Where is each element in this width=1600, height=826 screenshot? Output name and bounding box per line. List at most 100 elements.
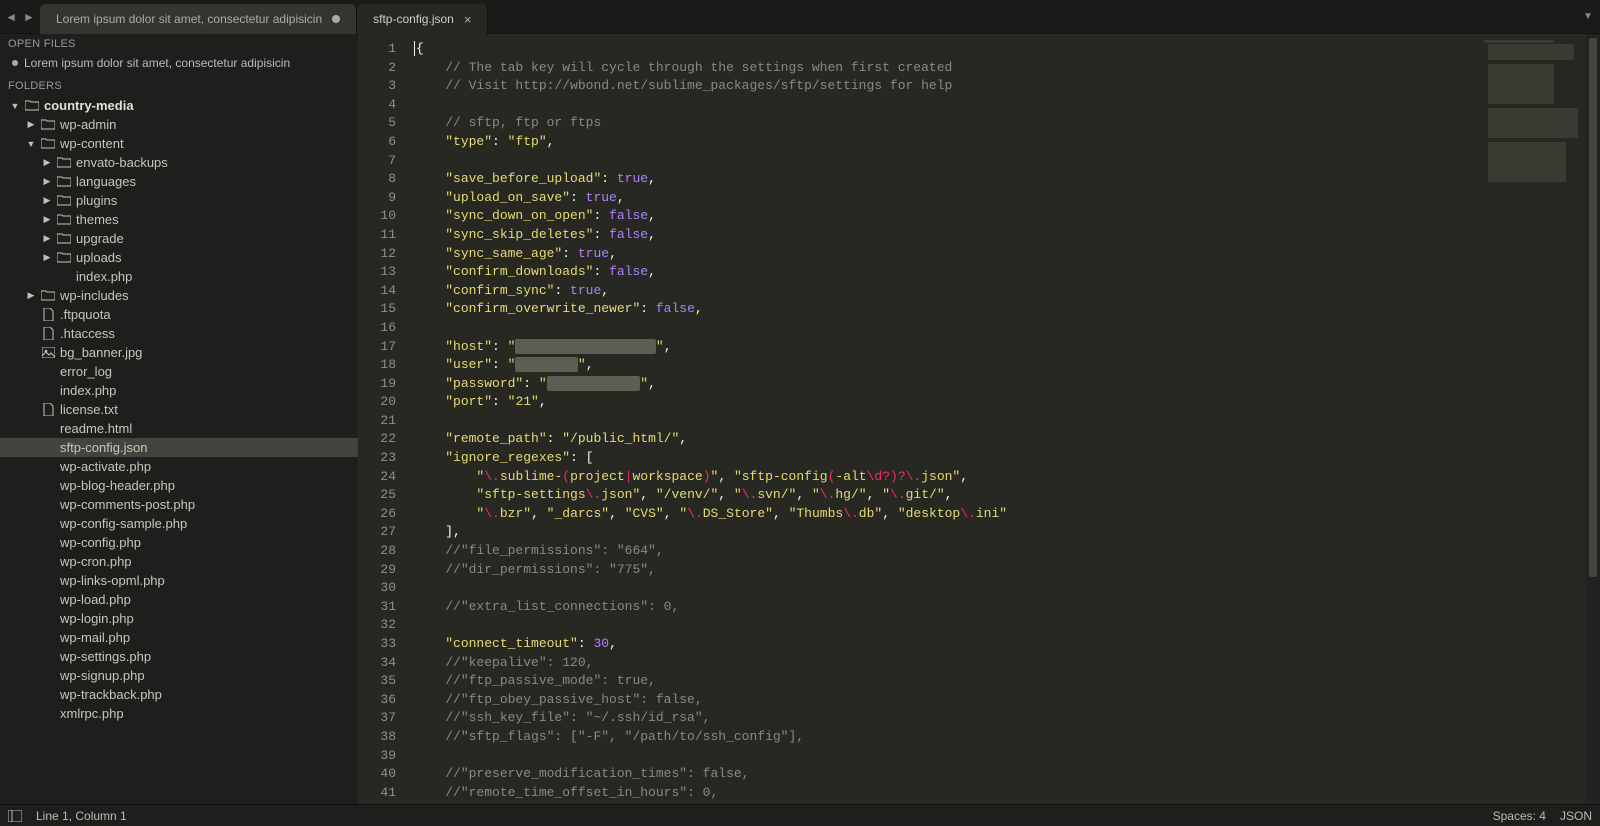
code-line: //"sftp_flags": ["-F", "/path/to/ssh_con…	[414, 728, 1476, 747]
disclosure-icon[interactable]: ▶	[42, 252, 52, 263]
tree-label: .htaccess	[60, 326, 115, 341]
tree-folder[interactable]: ▶wp-admin	[0, 115, 358, 134]
tree-folder[interactable]: ▶ plugins	[0, 191, 358, 210]
tree-label: country-media	[44, 98, 134, 113]
disclosure-icon[interactable]: ▶	[42, 233, 52, 244]
indent-setting[interactable]: Spaces: 4	[1493, 809, 1546, 823]
folders-heading: FOLDERS	[0, 76, 358, 96]
blank-icon	[41, 385, 55, 397]
tree-folder[interactable]: ▼ country-media	[0, 96, 358, 115]
code-line: //"ssh_key_file": "~/.ssh/id_rsa",	[414, 709, 1476, 728]
editor[interactable]: 1234567891011121314151617181920212223242…	[358, 34, 1600, 804]
dirty-dot-icon	[12, 60, 18, 66]
disclosure-icon[interactable]: ▶	[26, 119, 36, 130]
blank-icon	[41, 594, 55, 606]
tree-folder[interactable]: ▶uploads	[0, 248, 358, 267]
open-file-item[interactable]: Lorem ipsum dolor sit amet, consectetur …	[0, 54, 358, 76]
tree-folder[interactable]: ▶upgrade	[0, 229, 358, 248]
tree-file[interactable]: wp-cron.php	[0, 552, 358, 571]
code-line: "confirm_downloads": false,	[414, 263, 1476, 282]
tree-file[interactable]: wp-trackback.php	[0, 685, 358, 704]
tree-label: index.php	[76, 269, 132, 284]
code-line: "sync_same_age": true,	[414, 245, 1476, 264]
tree-file[interactable]: license.txt	[0, 400, 358, 419]
blank-icon	[41, 442, 55, 454]
tree-file[interactable]: .htaccess	[0, 324, 358, 343]
tree-label: wp-links-opml.php	[60, 573, 165, 588]
code-line: "password": "xxxxxxxxxxxx",	[414, 375, 1476, 394]
tree-file[interactable]: wp-load.php	[0, 590, 358, 609]
tree-folder[interactable]: ▶wp-includes	[0, 286, 358, 305]
blank-icon	[41, 575, 55, 587]
tree-folder[interactable]: ▼wp-content	[0, 134, 358, 153]
tree-file[interactable]: xmlrpc.php	[0, 704, 358, 723]
tree-label: plugins	[76, 193, 117, 208]
disclosure-icon[interactable]: ▼	[10, 101, 20, 111]
folder-icon	[41, 119, 55, 131]
line-gutter: 1234567891011121314151617181920212223242…	[358, 34, 406, 804]
image-icon	[41, 347, 55, 359]
folder-icon	[57, 157, 71, 169]
code-line: "confirm_sync": true,	[414, 282, 1476, 301]
tree-file[interactable]: wp-links-opml.php	[0, 571, 358, 590]
tree-file[interactable]: wp-mail.php	[0, 628, 358, 647]
code-line: "remote_path": "/public_html/",	[414, 430, 1476, 449]
tree-folder[interactable]: ▶languages	[0, 172, 358, 191]
tree-label: wp-signup.php	[60, 668, 145, 683]
tree-file[interactable]: error_log	[0, 362, 358, 381]
folder-tree[interactable]: ▼ country-media ▶wp-admin▼wp-content▶envat…	[0, 96, 358, 804]
tree-file[interactable]: .ftpquota	[0, 305, 358, 324]
tree-folder[interactable]: ▶envato-backups	[0, 153, 358, 172]
code-line: "host": "xxxxxxxxxxxxxxxxxx",	[414, 338, 1476, 357]
nav-forward-icon[interactable]: ►	[23, 10, 35, 24]
blank-icon	[41, 423, 55, 435]
tree-file[interactable]: sftp-config.json	[0, 438, 358, 457]
code-line: //"file_permissions": "664",	[414, 542, 1476, 561]
tab-overflow-icon[interactable]: ▼	[1576, 0, 1600, 33]
tree-label: wp-activate.php	[60, 459, 151, 474]
tab-0[interactable]: Lorem ipsum dolor sit amet, consectetur …	[40, 4, 357, 34]
code-line: "user": "xxxxxxxx",	[414, 356, 1476, 375]
tree-file[interactable]: wp-settings.php	[0, 647, 358, 666]
code-area[interactable]: { // The tab key will cycle through the …	[406, 34, 1476, 804]
tree-label: license.txt	[60, 402, 118, 417]
tree-folder[interactable]: ▶themes	[0, 210, 358, 229]
cursor-position: Line 1, Column 1	[36, 809, 127, 823]
minimap[interactable]	[1476, 34, 1586, 804]
panel-switcher-icon[interactable]	[8, 810, 22, 822]
code-line: "type": "ftp",	[414, 133, 1476, 152]
disclosure-icon[interactable]: ▼	[26, 139, 36, 149]
disclosure-icon[interactable]: ▶	[42, 157, 52, 168]
tree-file[interactable]: bg_banner.jpg	[0, 343, 358, 362]
tree-label: error_log	[60, 364, 112, 379]
tree-file[interactable]: readme.html	[0, 419, 358, 438]
syntax-setting[interactable]: JSON	[1560, 809, 1592, 823]
blank-icon	[41, 499, 55, 511]
disclosure-icon[interactable]: ▶	[42, 195, 52, 206]
disclosure-icon[interactable]: ▶	[26, 290, 36, 301]
code-line: "\.sublime-(project|workspace)", "sftp-c…	[414, 468, 1476, 487]
code-line	[414, 616, 1476, 635]
disclosure-icon[interactable]: ▶	[42, 176, 52, 187]
tree-file[interactable]: index.php	[0, 267, 358, 286]
tree-file[interactable]: wp-activate.php	[0, 457, 358, 476]
tree-label: index.php	[60, 383, 116, 398]
tree-file[interactable]: wp-config-sample.php	[0, 514, 358, 533]
tree-file[interactable]: wp-config.php	[0, 533, 358, 552]
nav-back-icon[interactable]: ◄	[5, 10, 17, 24]
tree-file[interactable]: wp-comments-post.php	[0, 495, 358, 514]
tree-label: wp-login.php	[60, 611, 134, 626]
tree-file[interactable]: wp-login.php	[0, 609, 358, 628]
disclosure-icon[interactable]: ▶	[42, 214, 52, 225]
tree-file[interactable]: wp-blog-header.php	[0, 476, 358, 495]
close-icon[interactable]: ×	[464, 12, 472, 27]
tree-file[interactable]: index.php	[0, 381, 358, 400]
editor-scrollbar[interactable]	[1586, 34, 1600, 804]
tree-file[interactable]: wp-signup.php	[0, 666, 358, 685]
code-line: "\.bzr", "_darcs", "CVS", "\.DS_Store", …	[414, 505, 1476, 524]
tree-label: wp-blog-header.php	[60, 478, 175, 493]
code-line: "upload_on_save": true,	[414, 189, 1476, 208]
code-line: // The tab key will cycle through the se…	[414, 59, 1476, 78]
blank-icon	[41, 537, 55, 549]
tab-1[interactable]: sftp-config.json×	[357, 4, 488, 34]
